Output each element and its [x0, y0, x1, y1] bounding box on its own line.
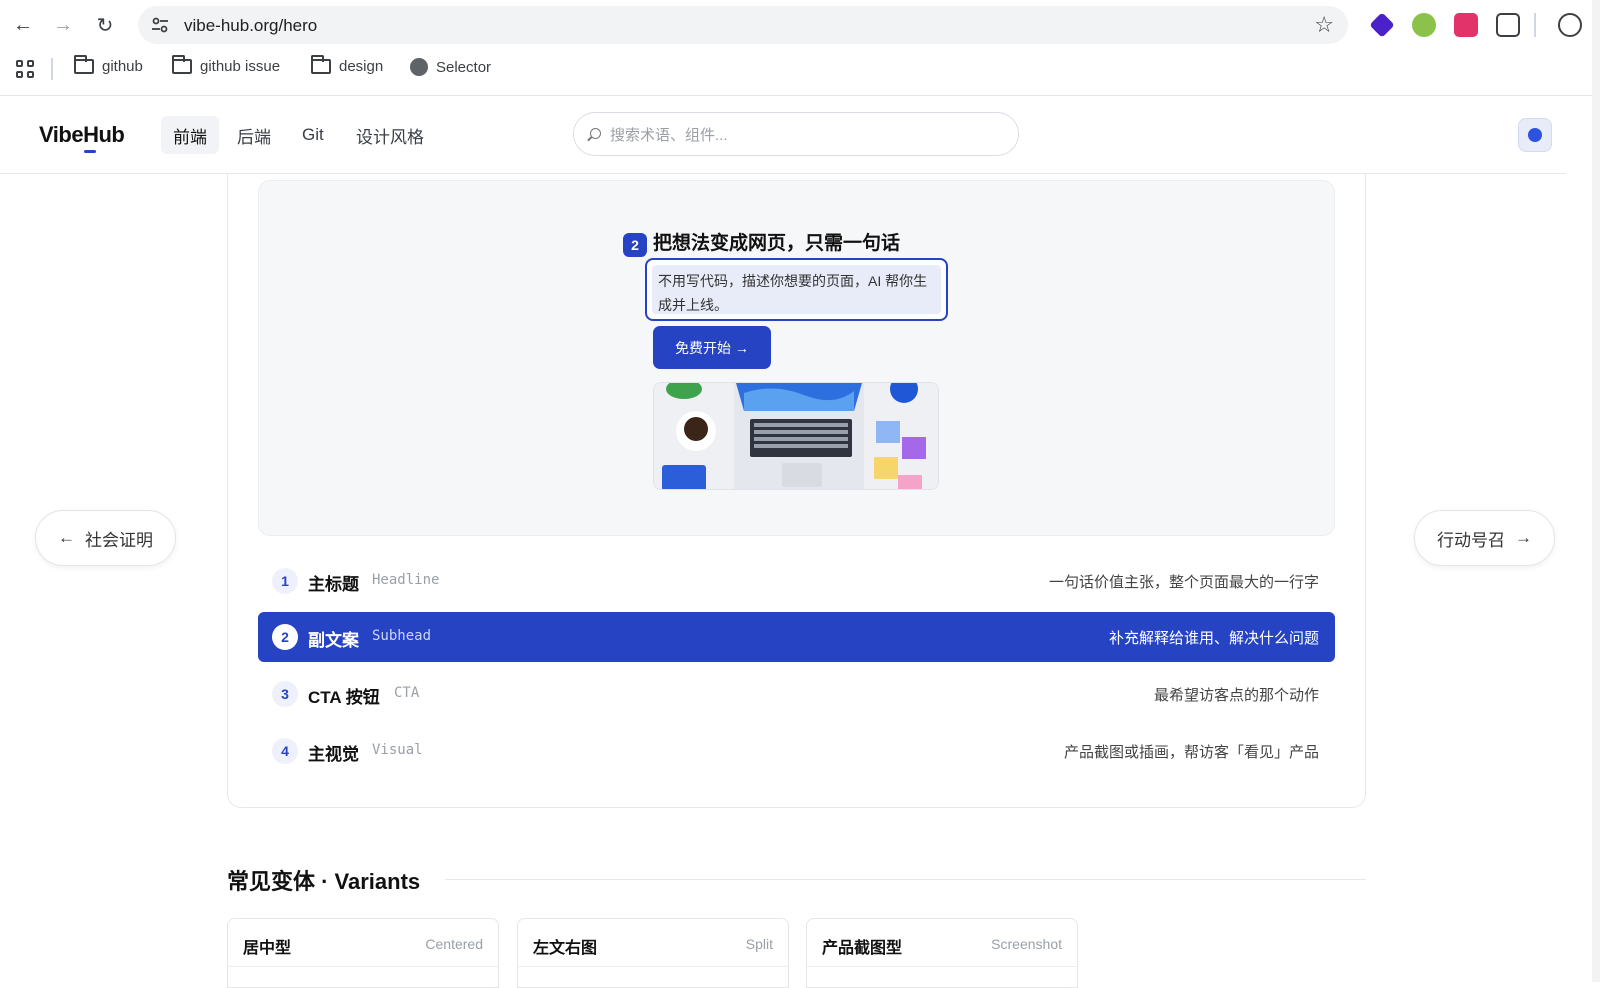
variant-name: 产品截图型: [822, 940, 903, 957]
variants-title: 常见变体 · Variants: [227, 869, 421, 894]
part-english-label: Visual: [372, 742, 423, 758]
next-topic-button[interactable]: 行动号召 →: [1414, 510, 1555, 566]
preview-subhead-highlight: 不用写代码，描述你想要的页面，AI 帮你生成并上线。: [645, 258, 948, 321]
prev-topic-button[interactable]: ← 社会证明: [35, 510, 176, 566]
variant-english-name: Centered: [425, 936, 483, 952]
search-icon: [590, 128, 601, 139]
search-input[interactable]: [610, 123, 990, 147]
variant-english-name: Screenshot: [991, 936, 1062, 952]
bookmark-github[interactable]: github: [74, 55, 143, 75]
part-description: 补充解释给谁用、解决什么问题: [1108, 630, 1319, 647]
arrow-right-icon: →: [1515, 528, 1532, 547]
variant-card-header: 居中型 Centered: [228, 919, 498, 967]
part-row-headline[interactable]: 1 主标题 Headline 一句话价值主张，整个页面最大的一行字: [258, 556, 1335, 606]
bookmark-star-icon[interactable]: ☆: [1314, 12, 1334, 38]
bookmark-label: github: [102, 58, 143, 75]
nav-design-style[interactable]: 设计风格: [344, 116, 436, 154]
part-description: 一句话价值主张，整个页面最大的一行字: [1048, 574, 1319, 591]
part-number: 2: [272, 624, 298, 650]
part-description: 最希望访客点的那个动作: [1153, 687, 1319, 704]
forward-arrow-icon[interactable]: →: [50, 12, 76, 38]
extension-diamond-icon[interactable]: [1369, 12, 1395, 38]
bookmark-design[interactable]: design: [311, 55, 384, 75]
search-box[interactable]: [573, 112, 1019, 156]
variant-english-name: Split: [745, 936, 773, 952]
variant-card-split[interactable]: 左文右图 Split: [517, 918, 789, 988]
extension-translate-icon[interactable]: [1454, 13, 1478, 37]
back-arrow-icon[interactable]: ←: [10, 12, 36, 38]
section-divider: [445, 879, 1366, 880]
variant-card-header: 左文右图 Split: [518, 919, 788, 967]
extensions-puzzle-icon[interactable]: [1496, 13, 1520, 37]
logo-underline: [84, 150, 96, 153]
part-row-cta[interactable]: 3 CTA 按钮 CTA 最希望访客点的那个动作: [258, 669, 1335, 719]
bookmark-label: github issue: [200, 58, 281, 75]
next-topic-label: 行动号召: [1437, 530, 1505, 550]
profile-icon[interactable]: [1558, 13, 1582, 37]
bookmark-selector[interactable]: Selector: [410, 58, 491, 76]
nav-frontend[interactable]: 前端: [161, 116, 219, 154]
bookmarks-bar: github github issue design Selector: [0, 50, 1600, 90]
part-row-subhead[interactable]: 2 副文案 Subhead 补充解释给谁用、解决什么问题: [258, 612, 1335, 662]
variant-card-screenshot[interactable]: 产品截图型 Screenshot: [806, 918, 1078, 988]
part-number: 4: [272, 738, 298, 764]
variant-card-centered[interactable]: 居中型 Centered: [227, 918, 499, 988]
preview-subhead: 不用写代码，描述你想要的页面，AI 帮你生成并上线。: [652, 265, 941, 314]
site-header: VibeHub 前端 后端 Git 设计风格: [0, 96, 1566, 174]
prev-topic-label: 社会证明: [85, 530, 153, 550]
preview-visual: [653, 382, 939, 490]
part-badge: 2: [623, 233, 647, 257]
part-label: CTA 按钮: [308, 688, 380, 707]
part-row-visual[interactable]: 4 主视觉 Visual 产品截图或插画，帮访客「看见」产品: [258, 726, 1335, 776]
part-number: 1: [272, 568, 298, 594]
folder-icon: [311, 55, 331, 74]
bookmark-label: Selector: [436, 58, 492, 76]
preview-headline: 把想法变成网页，只需一句话: [653, 233, 901, 254]
toolbar-divider: [1534, 13, 1536, 37]
folder-icon: [172, 55, 192, 74]
laptop-desk-illustration: [654, 383, 938, 489]
nav-git[interactable]: Git: [290, 116, 336, 154]
folder-icon: [74, 55, 94, 74]
part-english-label: Headline: [372, 572, 440, 588]
nav-backend[interactable]: 后端: [225, 116, 283, 154]
variant-name: 左文右图: [533, 940, 598, 957]
address-bar[interactable]: vibe-hub.org/hero ☆: [138, 6, 1348, 44]
part-description: 产品截图或插画，帮访客「看见」产品: [1063, 744, 1319, 761]
theme-toggle-button[interactable]: [1518, 118, 1552, 152]
part-english-label: Subhead: [372, 628, 432, 644]
part-label: 主标题: [308, 575, 359, 594]
part-label: 副文案: [308, 631, 359, 650]
bookmark-github-issue[interactable]: github issue: [172, 55, 281, 75]
browser-chrome: ← → ↻ vibe-hub.org/hero ☆ github github …: [0, 0, 1600, 96]
part-english-label: CTA: [394, 685, 420, 701]
site-settings-icon[interactable]: [150, 15, 170, 35]
page-scrollbar[interactable]: [1592, 0, 1600, 982]
url-text[interactable]: vibe-hub.org/hero: [184, 16, 317, 36]
part-label: 主视觉: [308, 745, 359, 764]
browser-toolbar: ← → ↻ vibe-hub.org/hero ☆: [0, 0, 1600, 50]
part-number: 3: [272, 681, 298, 707]
variant-name: 居中型: [243, 940, 292, 957]
arrow-left-icon: ←: [58, 528, 75, 547]
variant-card-header: 产品截图型 Screenshot: [807, 919, 1077, 967]
globe-icon: [410, 58, 428, 76]
bookmark-label: design: [339, 58, 384, 75]
extension-bug-icon[interactable]: [1412, 13, 1436, 37]
site-logo[interactable]: VibeHub: [39, 122, 125, 148]
dot-icon: [1528, 128, 1542, 142]
reload-icon[interactable]: ↻: [92, 12, 118, 38]
preview-cta-button[interactable]: 免费开始 →: [653, 326, 771, 369]
